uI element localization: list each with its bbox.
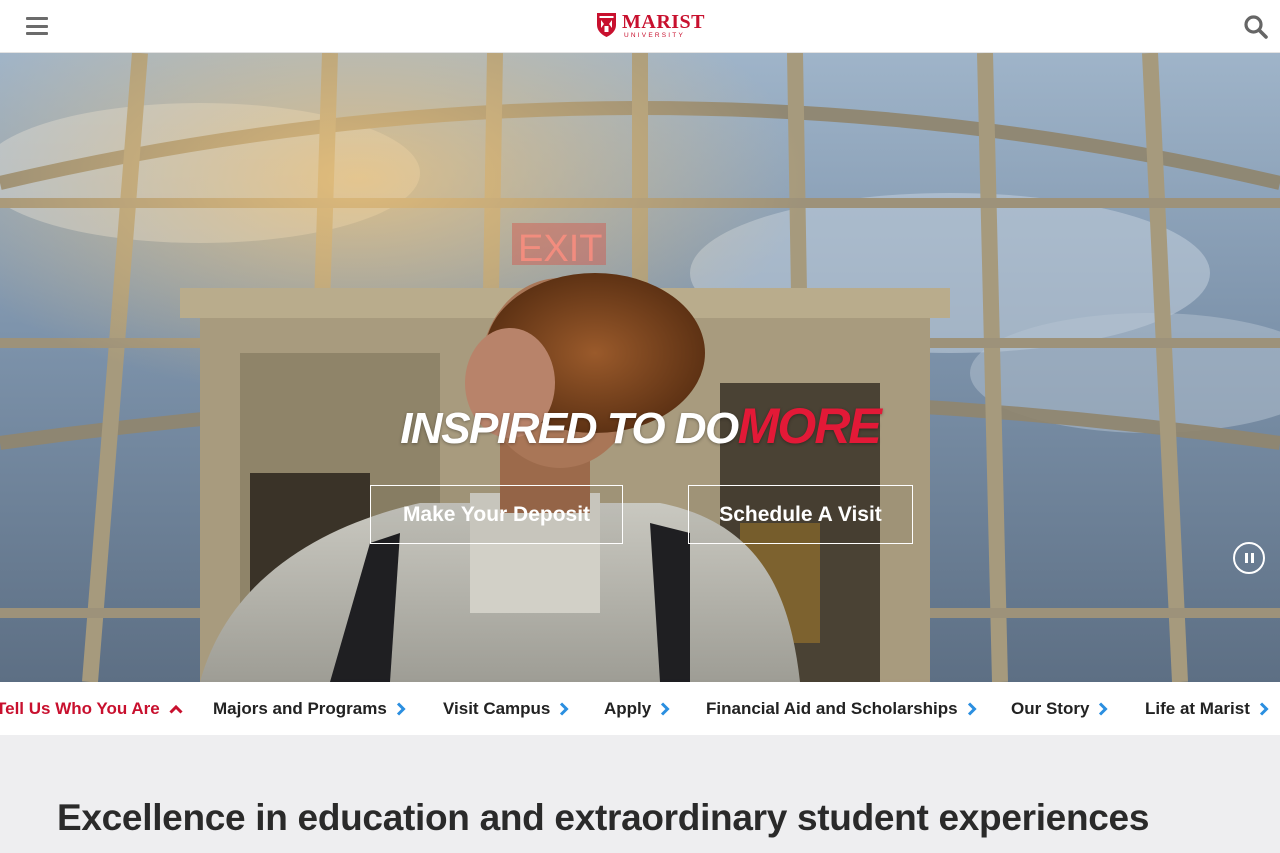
nav-item-our-story[interactable]: Our Story: [1011, 682, 1109, 735]
nav-item-label: Financial Aid and Scholarships: [706, 698, 958, 718]
quick-links-nav: Tell Us Who You Are Majors and Programs …: [0, 682, 1280, 735]
chevron-up-icon: [169, 704, 183, 714]
logo-wordmark: MARIST: [622, 11, 706, 33]
logo-subtitle: UNIVERSITY: [624, 32, 686, 39]
nav-item-financial-aid[interactable]: Financial Aid and Scholarships: [706, 682, 977, 735]
chevron-right-icon: [396, 701, 406, 716]
nav-item-label: Tell Us Who You Are: [0, 698, 160, 718]
nav-item-majors-and-programs[interactable]: Majors and Programs: [213, 682, 406, 735]
section-heading: Excellence in education and extraordinar…: [57, 797, 1150, 838]
chevron-right-icon: [1259, 701, 1269, 716]
nav-item-label: Our Story: [1011, 698, 1090, 718]
hero-headline-accent: MORE: [737, 398, 882, 454]
intro-section: Excellence in education and extraordinar…: [0, 735, 1280, 853]
pause-icon[interactable]: [1233, 542, 1265, 574]
chevron-right-icon: [560, 701, 570, 716]
nav-item-label: Majors and Programs: [213, 698, 387, 718]
hero-headline: INSPIRED TO DOMORE: [0, 397, 1280, 455]
chevron-right-icon: [661, 701, 670, 716]
nav-item-label: Apply: [604, 698, 652, 718]
chevron-right-icon: [967, 701, 977, 716]
schedule-visit-button[interactable]: Schedule A Visit: [688, 485, 913, 544]
nav-item-apply[interactable]: Apply: [604, 682, 670, 735]
make-deposit-button[interactable]: Make Your Deposit: [370, 485, 623, 544]
nav-item-visit-campus[interactable]: Visit Campus: [443, 682, 570, 735]
nav-item-tell-us-who-you-are[interactable]: Tell Us Who You Are: [0, 682, 183, 735]
nav-item-label: Visit Campus: [443, 698, 551, 718]
hero-headline-main: INSPIRED TO DO: [400, 404, 739, 453]
site-header: MARIST UNIVERSITY: [0, 0, 1280, 53]
hero-banner: EXIT INSPIRED TO DOMORE Make Your Deposi…: [0, 53, 1280, 682]
svg-text:EXIT: EXIT: [518, 228, 602, 270]
hamburger-menu-icon[interactable]: [26, 15, 48, 37]
hero-background-image: EXIT: [0, 53, 1280, 682]
marist-logo[interactable]: MARIST UNIVERSITY: [596, 12, 706, 42]
nav-item-label: Life at Marist: [1145, 698, 1250, 718]
nav-item-life-at-marist[interactable]: Life at Marist: [1145, 682, 1269, 735]
search-icon[interactable]: [1243, 14, 1269, 40]
shield-logo-icon: [597, 13, 616, 37]
chevron-right-icon: [1099, 701, 1109, 716]
